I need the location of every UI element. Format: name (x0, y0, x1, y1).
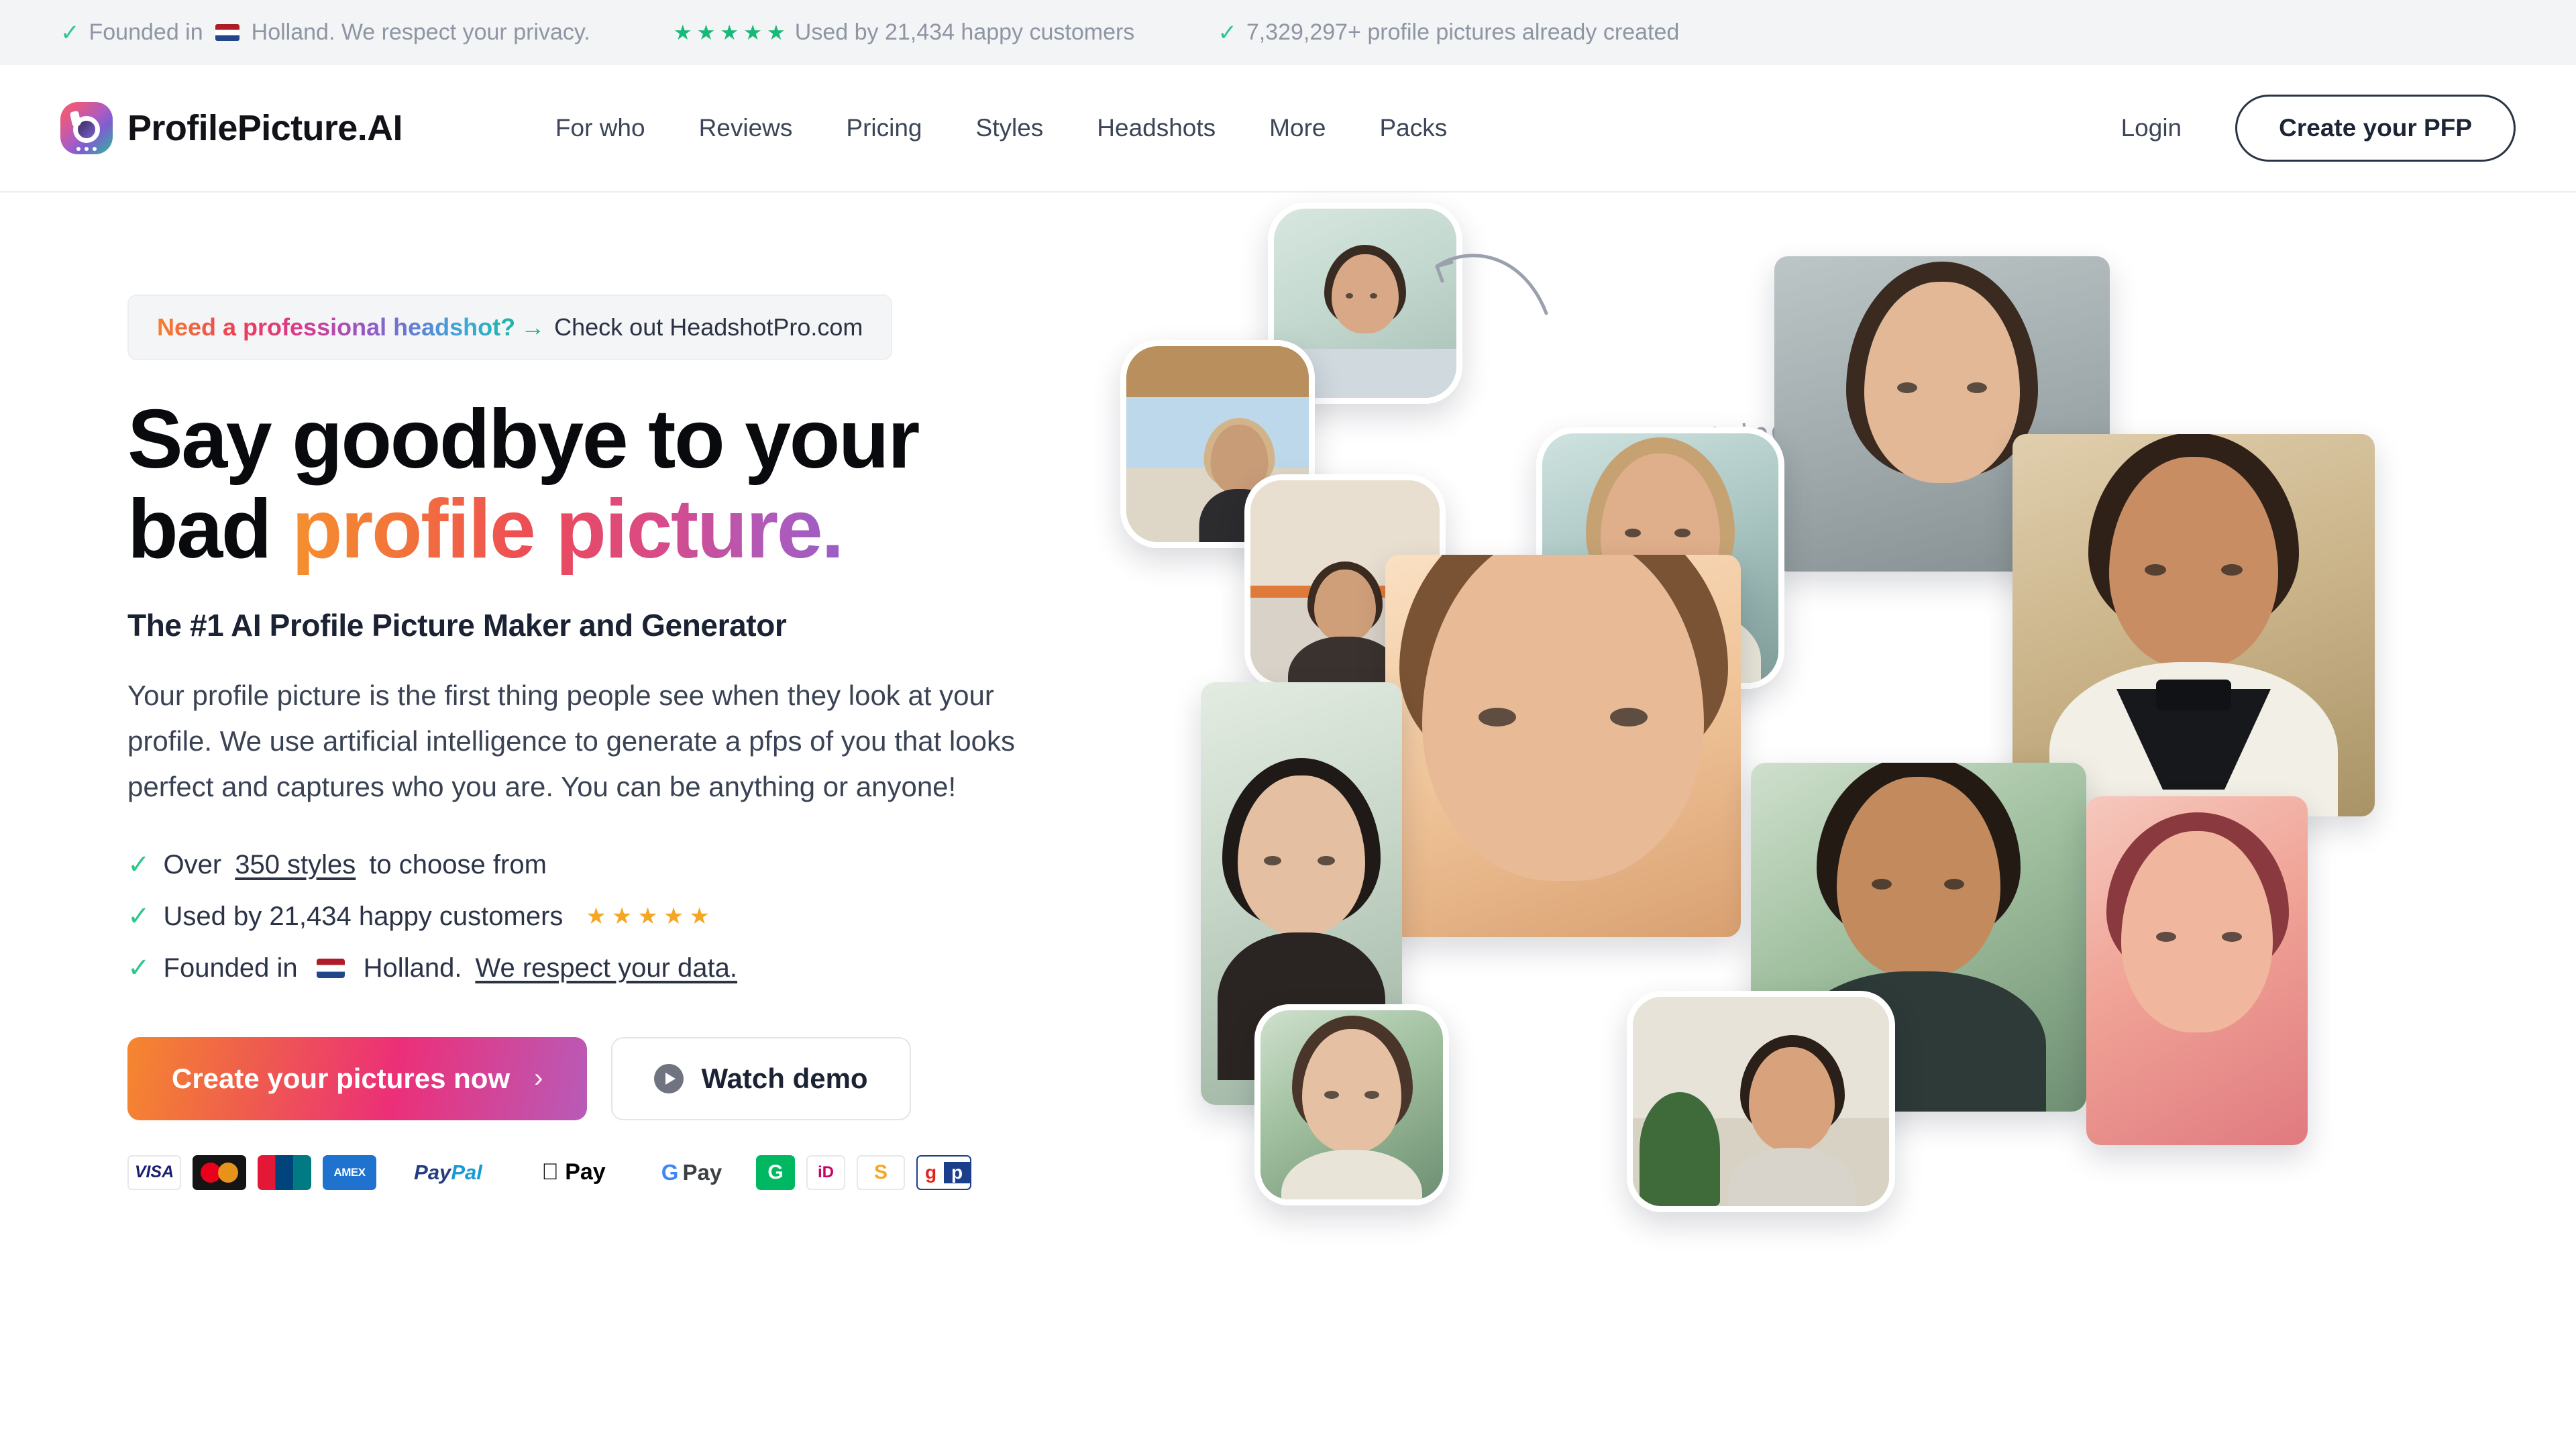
hero-body-text: Your profile picture is the first thing … (127, 679, 1015, 802)
announcement-privacy-pre: Founded in (89, 19, 203, 45)
nav-item-packs[interactable]: Packs (1352, 114, 1474, 142)
generated-photo-4 (1385, 555, 1741, 937)
check-icon: ✓ (1218, 19, 1237, 46)
create-pictures-label: Create your pictures now (172, 1062, 511, 1094)
nav-actions: Login Create your PFP (2094, 95, 2516, 162)
hero-section: Need a professional headshot? → Check ou… (0, 193, 2576, 1449)
apple-pay-icon:  Pay (520, 1155, 627, 1190)
feature-customers-text: Used by 21,434 happy customers (163, 901, 564, 931)
nav-item-styles[interactable]: Styles (949, 114, 1071, 142)
headshotpro-promo-banner[interactable]: Need a professional headshot? → Check ou… (127, 294, 893, 360)
check-icon: ✓ (127, 902, 150, 932)
nav-item-pricing[interactable]: Pricing (819, 114, 949, 142)
announcement-count-text: 7,329,297+ profile pictures already crea… (1246, 19, 1680, 45)
hero-subheadline: The #1 AI Profile Picture Maker and Gene… (127, 607, 787, 643)
login-link[interactable]: Login (2094, 114, 2209, 142)
privacy-link[interactable]: We respect your data. (475, 953, 737, 983)
hero-left-column: Need a professional headshot? → Check ou… (127, 294, 1080, 1190)
check-icon: ✓ (127, 850, 150, 880)
nav-item-headshots[interactable]: Headshots (1070, 114, 1242, 142)
generated-photo-7 (2086, 796, 2308, 1145)
feature-founded-pre: Founded in (163, 953, 298, 983)
nl-flag-icon (316, 958, 345, 978)
brand-name: ProfilePicture.AI (127, 108, 403, 148)
google-pay-icon: G Pay (639, 1155, 745, 1190)
unionpay-icon (258, 1155, 311, 1190)
announcement-item-customers: ★ ★ ★ ★ ★ Used by 21,434 happy customers (674, 19, 1135, 46)
arrow-right-icon: → (521, 313, 545, 341)
nav-links: For who Reviews Pricing Styles Headshots… (529, 114, 1474, 142)
payment-methods: VISA AMEX PayPal  Pay GPay G iD S gp (127, 1155, 1080, 1190)
feature-founded-mid: Holland. (363, 953, 462, 983)
hero-feature-list: ✓ Over 350 styles to choose from ✓ Used … (127, 850, 1080, 983)
nav-item-more[interactable]: More (1242, 114, 1352, 142)
visa-icon: VISA (127, 1155, 181, 1190)
generated-photo-2 (2012, 434, 2375, 816)
paypal-icon: Pay Pal (388, 1155, 508, 1190)
chevron-right-icon: › (534, 1063, 543, 1093)
promo-rest-text: Check out HeadshotPro.com (554, 313, 863, 341)
announcement-item-count: ✓ 7,329,297+ profile pictures already cr… (1218, 19, 1679, 46)
promo-gradient-text: Need a professional headshot? (157, 313, 516, 341)
announcement-item-privacy: ✓ Founded in Holland. We respect your pr… (60, 19, 590, 46)
feature-styles-pre: Over (163, 849, 222, 879)
star-rating-icon: ★ ★ ★ ★ ★ (586, 904, 710, 930)
play-circle-icon (654, 1063, 684, 1093)
watch-demo-label: Watch demo (701, 1062, 868, 1094)
feature-styles: ✓ Over 350 styles to choose from (127, 850, 1080, 880)
feature-styles-post: to choose from (369, 849, 547, 879)
amex-icon: AMEX (323, 1155, 376, 1190)
camera-gradient-logo-icon (60, 102, 113, 154)
hero-image-collage: Training set (1120, 203, 2576, 1449)
styles-link[interactable]: 350 styles (235, 850, 356, 880)
feature-customers: ✓ Used by 21,434 happy customers ★ ★ ★ ★ ★ (127, 902, 1080, 932)
check-icon: ✓ (60, 19, 80, 46)
headline-line-2-gradient: profile picture. (291, 482, 845, 576)
headline-line-1: Say goodbye to your (127, 393, 920, 486)
page-title: Say goodbye to your bad profile picture. (127, 393, 1080, 576)
create-pictures-button[interactable]: Create your pictures now › (127, 1036, 588, 1120)
announcement-bar: ✓ Founded in Holland. We respect your pr… (0, 0, 2576, 65)
nav-item-reviews[interactable]: Reviews (672, 114, 820, 142)
landing-page: ✓ Founded in Holland. We respect your pr… (0, 0, 2576, 1449)
gp-icon: gp (916, 1155, 971, 1190)
brand-home-link[interactable]: ProfilePicture.AI (60, 102, 403, 154)
nav-item-for-who[interactable]: For who (529, 114, 672, 142)
announcement-customers-text: Used by 21,434 happy customers (794, 19, 1135, 45)
giropay-icon: G (756, 1155, 795, 1190)
mastercard-icon (193, 1155, 246, 1190)
check-icon: ✓ (127, 953, 150, 983)
generated-photo-9 (1627, 991, 1895, 1212)
announcement-privacy-post: Holland. We respect your privacy. (251, 19, 590, 45)
hero-cta-row: Create your pictures now › Watch demo (127, 1036, 1080, 1120)
create-pfp-button[interactable]: Create your PFP (2235, 95, 2516, 162)
headline-line-2-plain: bad (127, 482, 292, 576)
generated-photo-8 (1254, 1004, 1449, 1205)
feature-founded: ✓ Founded in Holland. We respect your da… (127, 953, 1080, 983)
sofort-icon: S (857, 1155, 905, 1190)
nl-flag-icon (215, 24, 239, 41)
ideal-icon: iD (806, 1155, 845, 1190)
watch-demo-button[interactable]: Watch demo (611, 1036, 911, 1120)
main-navigation: ProfilePicture.AI For who Reviews Pricin… (0, 65, 2576, 193)
star-rating-icon: ★ ★ ★ ★ ★ (673, 21, 786, 44)
